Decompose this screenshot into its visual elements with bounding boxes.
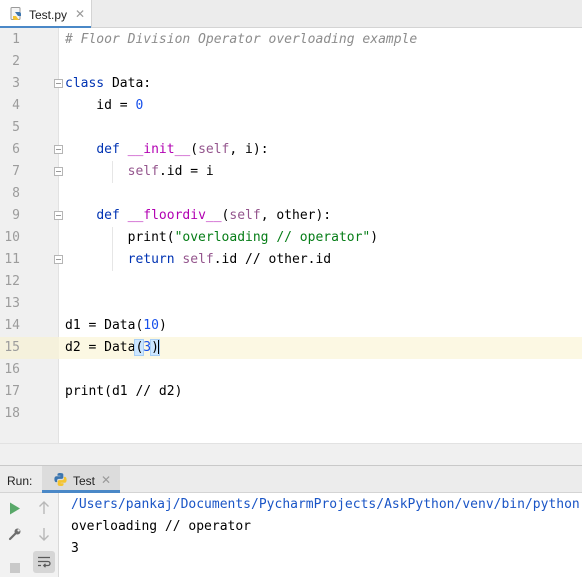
code-token: "overloading // operator" (174, 230, 371, 245)
code-token: ) (158, 318, 167, 333)
code-token: , other): (260, 208, 332, 223)
fold-toggle-icon[interactable] (54, 255, 63, 264)
console-line-interpreter-path[interactable]: /Users/pankaj/Documents/PycharmProjects/… (71, 494, 580, 516)
editor-tab-label: Test.py (29, 8, 68, 22)
line-number: 13 (4, 296, 20, 311)
code-token: 3 (143, 340, 152, 355)
editor-tab-test-py[interactable]: Test.py ✕ (0, 0, 92, 29)
rerun-icon[interactable] (6, 499, 24, 517)
scroll-down-icon[interactable] (35, 525, 53, 543)
line-number: 14 (4, 318, 20, 333)
code-token: return (127, 252, 175, 267)
line-number: 4 (12, 98, 20, 113)
line-number: 11 (4, 252, 20, 267)
run-toolbar (0, 493, 59, 577)
run-tab-test[interactable]: Test ✕ (42, 466, 120, 493)
run-tab-label: Test (73, 474, 96, 488)
fold-minus-glyph (56, 83, 61, 84)
line-number: 5 (12, 120, 20, 135)
fold-minus-glyph (56, 215, 61, 216)
code-line[interactable]: class Data: (65, 73, 151, 95)
python-icon (53, 472, 68, 490)
indent-guide (112, 161, 113, 183)
line-number: 8 (12, 186, 20, 201)
line-number: 12 (4, 274, 20, 289)
line-number: 17 (4, 384, 20, 399)
code-token: self (182, 252, 214, 267)
soft-wrap-icon[interactable] (33, 551, 55, 573)
code-token: self (127, 164, 159, 179)
code-token: 0 (135, 98, 144, 113)
code-token: 10 (143, 318, 159, 333)
code-token: def (96, 142, 120, 157)
code-line[interactable]: print(d1 // d2) (65, 381, 182, 403)
code-token: self (198, 142, 230, 157)
code-token: print( (65, 230, 175, 245)
python-file-icon (10, 7, 24, 24)
run-console-output[interactable]: /Users/pankaj/Documents/PycharmProjects/… (59, 493, 582, 577)
settings-wrench-icon[interactable] (6, 525, 24, 543)
code-token: ( (190, 142, 199, 157)
fold-toggle-icon[interactable] (54, 211, 63, 220)
code-token: .id // other.id (213, 252, 332, 267)
line-number: 10 (4, 230, 20, 245)
close-icon[interactable]: ✕ (101, 473, 111, 487)
code-token: # Floor Division Operator overloading ex… (65, 32, 418, 47)
editor-tab-bar: Test.py ✕ (0, 0, 582, 29)
fold-toggle-icon[interactable] (54, 167, 63, 176)
stop-icon[interactable] (6, 559, 24, 577)
line-number: 15 (4, 340, 20, 355)
code-line[interactable]: # Floor Division Operator overloading ex… (65, 29, 417, 51)
line-number: 18 (4, 406, 20, 421)
line-number: 16 (4, 362, 20, 377)
code-line[interactable]: self.id = i (65, 161, 214, 183)
code-line[interactable]: d1 = Data(10) (65, 315, 167, 337)
fold-minus-glyph (56, 149, 61, 150)
code-token: id = (65, 98, 136, 113)
code-token: Data: (104, 76, 152, 91)
code-token: .id = i (158, 164, 214, 179)
console-line: 3 (71, 541, 79, 556)
code-token: def (96, 208, 120, 223)
fold-toggle-icon[interactable] (54, 145, 63, 154)
scroll-up-icon[interactable] (35, 499, 53, 517)
code-editor[interactable]: 1 # Floor Division Operator overloading e… (0, 28, 582, 443)
code-token: d2 = Data (65, 340, 136, 355)
code-token: ) (370, 230, 379, 245)
console-line: overloading // operator (71, 519, 252, 534)
line-number: 6 (12, 142, 20, 157)
line-number: 2 (12, 54, 20, 69)
code-line[interactable]: d2 = Data(3) (65, 337, 160, 359)
code-line[interactable]: id = 0 (65, 95, 143, 117)
line-number: 3 (12, 76, 20, 91)
close-icon[interactable]: ✕ (75, 7, 85, 21)
code-token: , i): (229, 142, 269, 157)
editor-bottom-area (0, 443, 582, 465)
line-number: 9 (12, 208, 20, 223)
run-panel-title: Run: (7, 474, 33, 488)
code-line[interactable]: return self.id // other.id (65, 249, 332, 271)
text-caret (157, 339, 159, 354)
line-number: 7 (12, 164, 20, 179)
code-line[interactable]: def __init__(self, i): (65, 139, 269, 161)
code-token: print(d1 // d2) (65, 384, 183, 399)
run-panel-header: Run: Test ✕ (0, 465, 582, 493)
line-number: 1 (12, 32, 20, 47)
code-token: __floordiv__ (127, 208, 222, 223)
indent-guide (112, 227, 113, 271)
code-token: __init__ (127, 142, 191, 157)
fold-minus-glyph (56, 259, 61, 260)
code-token: self (229, 208, 261, 223)
fold-toggle-icon[interactable] (54, 79, 63, 88)
code-token: class (65, 76, 105, 91)
code-token: d1 = Data( (65, 318, 144, 333)
code-line[interactable]: def __floordiv__(self, other): (65, 205, 331, 227)
fold-minus-glyph (56, 171, 61, 172)
